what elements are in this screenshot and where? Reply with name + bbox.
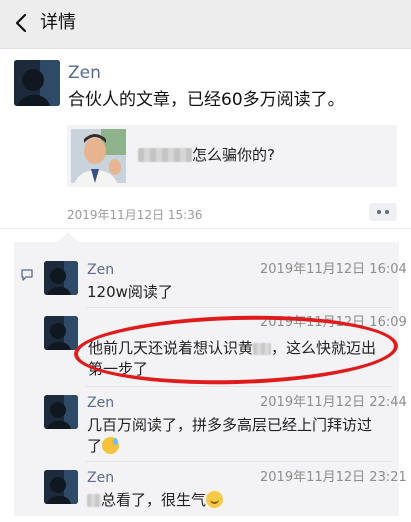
comment-author[interactable]: Zen: [87, 261, 114, 279]
sweat-smile-emoji-icon: [102, 437, 120, 454]
comment-text-part: 了: [87, 437, 103, 455]
post-author-name[interactable]: Zen: [68, 62, 101, 84]
post-text: 合伙人的文章，已经60多万阅读了。: [68, 90, 345, 110]
back-button[interactable]: [10, 9, 36, 37]
comment-author[interactable]: Zen: [87, 394, 114, 412]
more-options-button[interactable]: [369, 203, 397, 221]
article-thumbnail: [71, 129, 126, 183]
comment-text: 总看了，很生气: [87, 490, 224, 510]
comment-time: 2019年11月12日 22:44: [260, 395, 407, 410]
comment-icon: [21, 266, 33, 281]
comment-text-part: 总看了，很生气: [101, 491, 207, 509]
comment-divider: [86, 461, 392, 462]
more-dots-icon: [377, 210, 381, 214]
comment-time: 2019年11月12日 16:04: [260, 262, 407, 277]
commenter-avatar[interactable]: [44, 470, 78, 504]
redacted-name: [87, 494, 101, 507]
author-avatar[interactable]: [14, 60, 60, 106]
chevron-left-icon: [15, 13, 27, 33]
comment-text-line2: 了: [87, 436, 120, 456]
post-timestamp: 2019年11月12日 15:36: [67, 208, 203, 222]
divider: [0, 228, 411, 229]
page-title: 详情: [40, 12, 76, 33]
comment-text-line1: 几百万阅读了，拼多多高层已经上门拜访过: [87, 416, 373, 434]
redacted-name: [138, 148, 192, 162]
comment-divider: [86, 386, 392, 387]
comment-text: 120w阅读了: [87, 283, 173, 301]
smile-emoji-icon: [206, 491, 224, 508]
commenter-avatar[interactable]: [44, 316, 78, 350]
commenter-avatar[interactable]: [44, 395, 78, 429]
article-title: 怎么骗你的?: [192, 146, 275, 164]
comment-divider: [86, 307, 392, 308]
comments-arrow: [58, 232, 78, 242]
comment-time: 2019年11月12日 23:21: [260, 470, 407, 485]
commenter-avatar[interactable]: [44, 261, 78, 295]
comment-author[interactable]: Zen: [87, 469, 114, 487]
